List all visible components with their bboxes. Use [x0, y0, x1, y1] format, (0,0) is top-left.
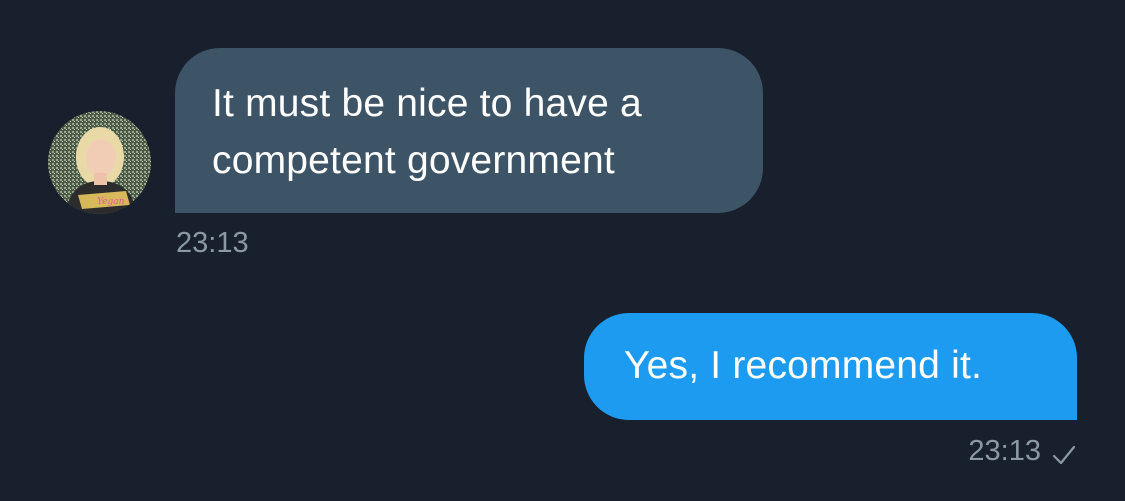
check-icon [1051, 440, 1077, 465]
outgoing-message-meta: 23:13 [968, 434, 1077, 468]
incoming-message-bubble[interactable]: It must be nice to have a competent gove… [175, 48, 763, 213]
avatar-image: Yegan [48, 111, 151, 214]
incoming-message-time: 23:13 [176, 227, 249, 259]
avatar-badge-text: Yegan [97, 197, 125, 207]
outgoing-message-time: 23:13 [968, 435, 1041, 467]
outgoing-message-text: Yes, I recommend it. [624, 344, 983, 387]
incoming-message-text: It must be nice to have a competent gove… [212, 82, 642, 182]
sender-avatar[interactable]: Yegan [48, 111, 151, 214]
message-thread: Yegan It must be nice to have a competen… [0, 0, 1125, 501]
outgoing-message-bubble[interactable]: Yes, I recommend it. [584, 313, 1077, 420]
